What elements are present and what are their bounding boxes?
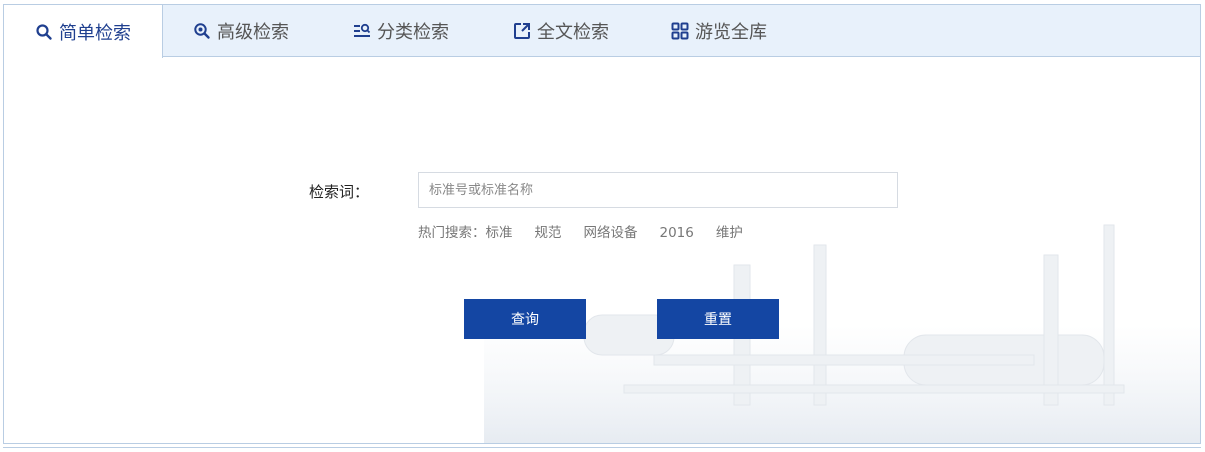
- reset-button[interactable]: 重置: [657, 299, 779, 339]
- category-search-icon: [354, 23, 371, 37]
- hot-search: 热门搜索：标准 规范 网络设备 2016 维护: [418, 221, 765, 241]
- tab-simple-search[interactable]: 简单检索: [4, 5, 163, 58]
- search-term-label: 检索词：: [309, 183, 370, 201]
- hot-search-item[interactable]: 维护: [716, 225, 743, 241]
- hot-search-item[interactable]: 网络设备: [584, 225, 638, 241]
- search-input[interactable]: [418, 172, 898, 208]
- query-button[interactable]: 查询: [464, 299, 586, 339]
- hot-search-prefix: 热门搜索：: [418, 225, 486, 241]
- hot-search-item[interactable]: 规范: [535, 225, 562, 241]
- tab-label: 高级检索: [217, 22, 289, 43]
- tab-fulltext-search[interactable]: 全文检索: [513, 5, 609, 57]
- fulltext-search-icon: [514, 23, 530, 39]
- tab-label: 分类检索: [377, 22, 449, 43]
- tab-label: 简单检索: [59, 22, 131, 44]
- tab-label: 全文检索: [537, 22, 609, 43]
- tab-label: 游览全库: [695, 22, 767, 43]
- tab-browse-all[interactable]: 游览全库: [671, 5, 767, 57]
- hot-search-item[interactable]: 标准: [486, 225, 513, 241]
- hot-search-item[interactable]: 2016: [660, 225, 694, 241]
- tab-advanced-search[interactable]: 高级检索: [193, 5, 289, 57]
- search-tabs: 简单检索 高级检索 分类检索 全文检索 游览全库: [4, 5, 1200, 58]
- search-icon: [36, 23, 52, 40]
- tab-category-search[interactable]: 分类检索: [353, 5, 449, 57]
- advanced-search-icon: [194, 23, 210, 39]
- search-panel: 简单检索 高级检索 分类检索 全文检索 游览全库 检索词： 标准号或标准名称 热…: [3, 4, 1201, 444]
- bottom-divider: [3, 447, 1201, 448]
- grid-icon: [671, 22, 689, 40]
